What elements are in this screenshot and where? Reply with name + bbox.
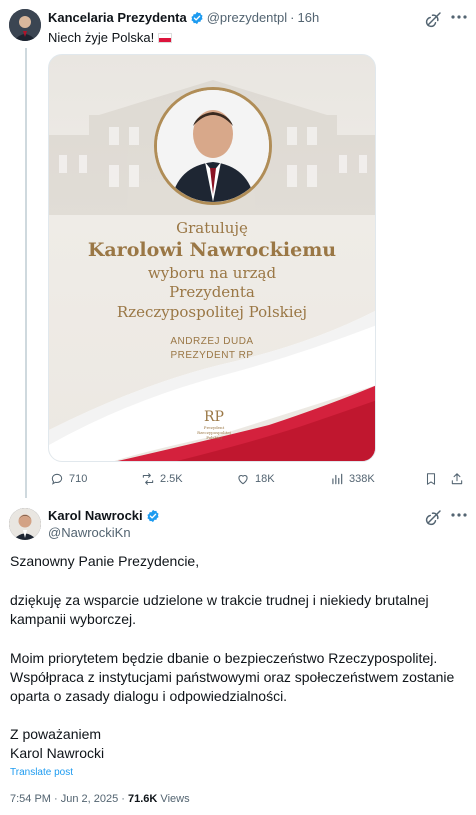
author-handle[interactable]: @prezydentpl xyxy=(207,10,287,25)
reply-icon xyxy=(51,473,63,485)
tweet-header: Kancelaria Prezydenta @prezydentpl · 16h xyxy=(48,10,319,25)
author-name[interactable]: Karol Nawrocki xyxy=(48,508,143,523)
congrats-line-4: Prezydenta xyxy=(169,283,255,301)
verified-badge-icon xyxy=(191,11,203,24)
verified-badge-icon xyxy=(147,509,159,522)
post-paragraph: Karol Nawrocki xyxy=(10,745,105,761)
like-count: 18K xyxy=(255,473,275,485)
grok-icon[interactable] xyxy=(425,508,443,526)
grok-icon[interactable] xyxy=(425,10,443,28)
rp-logo-subtext-3: Polskiej xyxy=(206,435,222,440)
tweet-text-content: Niech żyje Polska! xyxy=(48,30,155,45)
signature-title: PREZYDENT RP xyxy=(170,350,254,361)
tweet-text: Niech żyje Polska! xyxy=(48,30,173,45)
heart-icon xyxy=(238,475,248,485)
translate-post-link[interactable]: Translate post xyxy=(10,767,73,778)
repost-icon xyxy=(142,473,154,485)
congrats-line-2: Karolowi Nawrockiemu xyxy=(87,239,337,261)
thread-line xyxy=(25,48,27,498)
reply-button[interactable]: 710 xyxy=(50,472,87,486)
congrats-line-1: Gratuluję xyxy=(176,219,248,237)
separator-dot: · xyxy=(290,10,295,25)
more-options-icon[interactable] xyxy=(450,14,468,20)
poland-flag-icon xyxy=(158,32,173,43)
share-icon xyxy=(451,473,463,485)
post-paragraph: Z poważaniem xyxy=(10,726,102,742)
avatar[interactable] xyxy=(9,508,41,540)
views-label: Views xyxy=(157,793,190,805)
post-paragraph: dziękuję za wsparcie udzielone w trakcie… xyxy=(10,592,429,627)
views-button[interactable]: 338K xyxy=(330,472,375,486)
tweet-media-image[interactable]: Gratuluję Karolowi Nawrockiemu wyboru na… xyxy=(48,54,376,462)
signature-name: ANDRZEJ DUDA xyxy=(170,336,254,347)
congrats-line-3: wyboru na urząd xyxy=(147,264,277,282)
reply-count: 710 xyxy=(69,473,88,485)
post-timestamp[interactable]: 7:54 PM · Jun 2, 2025 · xyxy=(10,793,128,805)
author-name[interactable]: Kancelaria Prezydenta xyxy=(48,10,187,25)
congrats-line-5: Rzeczypospolitej Polskiej xyxy=(116,303,308,321)
rp-logo: RP Prezydent Rzeczypospolitej Polskiej xyxy=(189,409,239,440)
post-paragraph: Moim priorytetem będzie dbanie o bezpiec… xyxy=(10,650,455,704)
author-handle[interactable]: @NawrockiKn xyxy=(48,525,131,540)
bookmark-icon xyxy=(426,473,436,485)
action-bar: 710 2.5K 18K 338K xyxy=(0,472,476,490)
tweet-header: Karol Nawrocki xyxy=(48,508,163,523)
portrait-photo xyxy=(154,87,272,205)
avatar[interactable] xyxy=(9,9,41,41)
post-time[interactable]: 16h xyxy=(297,10,319,25)
repost-button[interactable]: 2.5K xyxy=(141,472,183,486)
share-button[interactable] xyxy=(450,472,464,489)
like-button[interactable]: 18K xyxy=(236,472,275,486)
views-count[interactable]: 71.6K xyxy=(128,793,157,805)
views-count: 338K xyxy=(349,473,375,485)
post-footer: 7:54 PM · Jun 2, 2025 · 71.6K Views xyxy=(10,793,190,805)
repost-count: 2.5K xyxy=(160,473,183,485)
views-chart-icon xyxy=(332,473,343,485)
bookmark-button[interactable] xyxy=(424,472,438,489)
more-options-icon[interactable] xyxy=(450,512,468,518)
rp-logo-text: RP xyxy=(204,409,224,425)
post-paragraph: Szanowny Panie Prezydencie, xyxy=(10,553,200,569)
